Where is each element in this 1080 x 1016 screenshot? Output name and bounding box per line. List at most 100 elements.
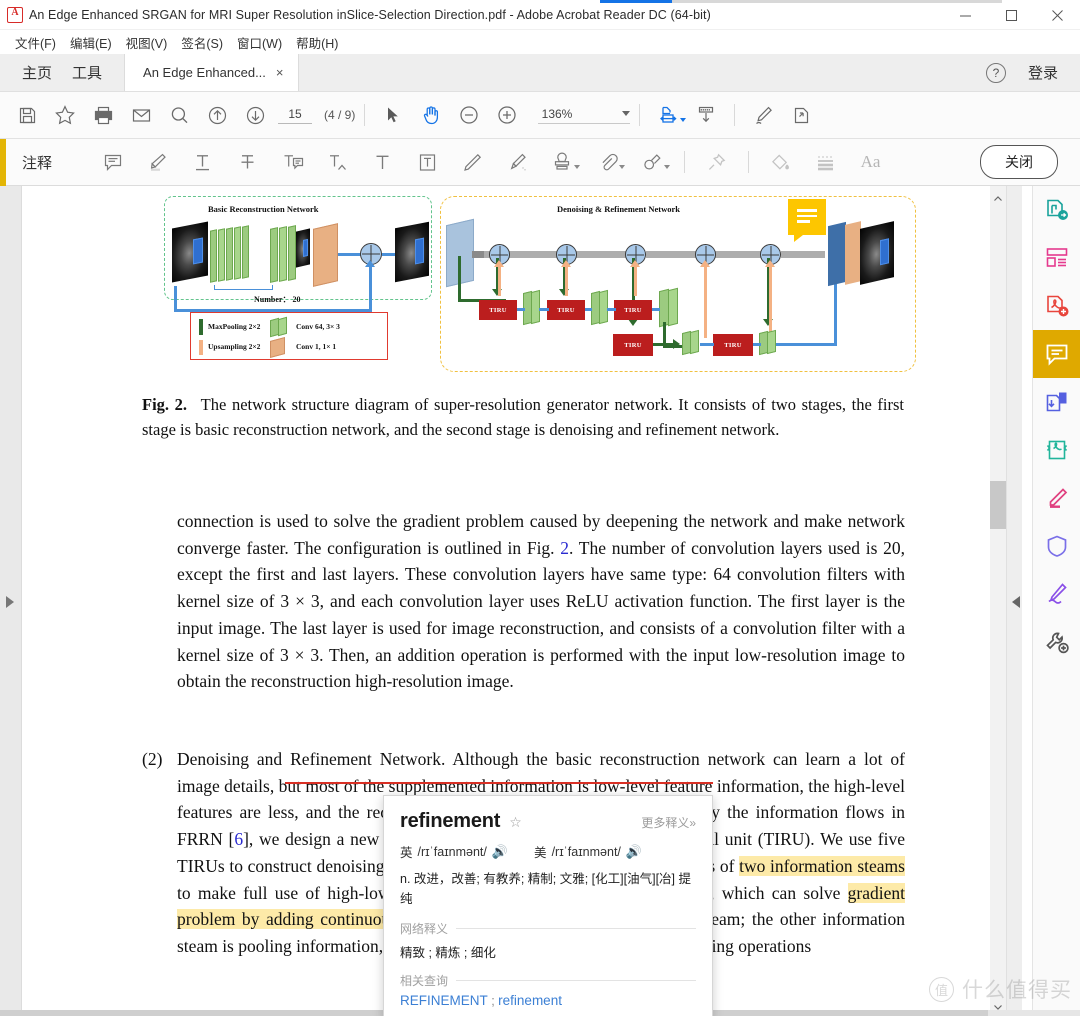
speaker-icon[interactable]: 🔊 — [626, 845, 642, 858]
add-text-icon[interactable] — [360, 142, 405, 182]
arrow-down-circle-icon[interactable] — [236, 96, 274, 134]
window-title: An Edge Enhanced SRGAN for MRI Super Res… — [29, 8, 711, 22]
scroll-up-icon[interactable] — [993, 192, 1003, 202]
zoom-level-control[interactable]: 136% — [538, 107, 630, 124]
tab-tools[interactable]: 工具 — [72, 62, 102, 83]
red-underline-annotation[interactable] — [285, 782, 713, 784]
related-link-uppercase[interactable]: REFINEMENT — [400, 993, 488, 1008]
menu-file[interactable]: 文件(F) — [8, 31, 63, 54]
dictionary-phonetics: 英 /rɪˈfaɪnmənt/ 🔊 美 /rɪˈfaɪnmənt/ 🔊 — [400, 842, 696, 861]
figure-legend-box: MaxPooling 2×2 Upsampling 2×2 Conv 64, 3… — [190, 312, 388, 360]
fill-and-sign-icon[interactable] — [744, 96, 782, 134]
drawing-tools-icon[interactable] — [630, 142, 675, 182]
share-document-icon[interactable] — [782, 96, 820, 134]
web-section-body: 精致 ; 精炼 ; 细化 — [400, 942, 696, 961]
figure-number-label: Number： 20 — [254, 294, 300, 305]
cursor-arrow-icon[interactable] — [374, 96, 412, 134]
save-icon[interactable] — [8, 96, 46, 134]
menu-sign[interactable]: 签名(S) — [174, 31, 230, 54]
figure-final-mri-image — [860, 221, 894, 285]
left-navigation-pane[interactable] — [0, 186, 22, 1016]
more-tools-icon[interactable] — [1033, 618, 1080, 666]
fill-color-icon[interactable] — [758, 142, 803, 182]
more-definitions-link[interactable]: 更多释义» — [641, 814, 696, 831]
strikethrough-text-icon[interactable] — [225, 142, 270, 182]
scroll-mode-icon[interactable] — [687, 96, 725, 134]
pin-icon[interactable] — [694, 142, 739, 182]
figure-reference-link[interactable]: 2 — [560, 538, 569, 558]
comment-icon[interactable] — [1033, 330, 1080, 378]
edit-pdf-icon[interactable] — [1033, 474, 1080, 522]
collapse-right-pane-icon[interactable] — [1012, 596, 1020, 608]
menu-edit[interactable]: 编辑(E) — [63, 31, 119, 54]
minimize-icon[interactable] — [942, 0, 988, 30]
line-style-icon[interactable] — [803, 142, 848, 182]
figure-caption-text: The network structure diagram of super-r… — [142, 395, 904, 439]
menu-bar: 文件(F) 编辑(E) 视图(V) 签名(S) 窗口(W) 帮助(H) — [0, 30, 1080, 54]
create-pdf-icon[interactable] — [1033, 186, 1080, 234]
eraser-icon[interactable] — [495, 142, 540, 182]
tab-strip-right: ? 登录 — [986, 54, 1080, 91]
attach-file-icon[interactable] — [585, 142, 630, 182]
page-number-input[interactable]: 15 — [278, 107, 312, 124]
speaker-icon[interactable]: 🔊 — [492, 845, 508, 858]
combine-files-icon[interactable] — [1033, 282, 1080, 330]
star-outline-icon[interactable]: ☆ — [509, 814, 522, 831]
fit-page-width-icon[interactable] — [649, 96, 687, 134]
organize-pages-icon[interactable] — [1033, 234, 1080, 282]
citation-link-6[interactable]: 6 — [234, 829, 243, 849]
zoom-out-icon[interactable] — [450, 96, 488, 134]
us-label: 美 — [534, 842, 547, 861]
close-icon[interactable] — [1034, 0, 1080, 30]
chevron-down-icon[interactable] — [622, 111, 630, 116]
email-icon[interactable] — [122, 96, 160, 134]
annotation-accent-bar — [0, 139, 6, 186]
highlight-text-icon[interactable] — [135, 142, 180, 182]
scrollbar-thumb[interactable] — [990, 481, 1006, 529]
expand-left-pane-icon[interactable] — [6, 596, 14, 608]
compress-pdf-icon[interactable] — [1033, 426, 1080, 474]
tab-document[interactable]: An Edge Enhanced... × — [125, 54, 298, 91]
replace-text-icon[interactable] — [270, 142, 315, 182]
close-annotation-button[interactable]: 关闭 — [980, 145, 1058, 179]
right-collapse-pane[interactable] — [1006, 186, 1022, 1016]
search-icon[interactable] — [160, 96, 198, 134]
signin-button[interactable]: 登录 — [1028, 62, 1058, 83]
draw-free-icon[interactable] — [450, 142, 495, 182]
protect-icon[interactable] — [1033, 522, 1080, 570]
menu-window[interactable]: 窗口(W) — [230, 31, 289, 54]
question-mark-icon[interactable]: ? — [986, 63, 1006, 83]
scroll-down-icon[interactable] — [993, 1000, 1003, 1010]
star-icon[interactable] — [46, 96, 84, 134]
tab-close-icon[interactable]: × — [276, 65, 284, 80]
zoom-in-icon[interactable] — [488, 96, 526, 134]
comment-note-icon[interactable] — [788, 199, 826, 235]
print-icon[interactable] — [84, 96, 122, 134]
underline-text-icon[interactable] — [180, 142, 225, 182]
stamp-dropdown-caret[interactable] — [574, 165, 580, 169]
menu-view[interactable]: 视图(V) — [119, 31, 175, 54]
attach-dropdown-caret[interactable] — [619, 165, 625, 169]
sticky-note-icon[interactable] — [90, 142, 135, 182]
related-link-lowercase[interactable]: refinement — [498, 993, 562, 1008]
stamp-icon[interactable] — [540, 142, 585, 182]
maximize-icon[interactable] — [988, 0, 1034, 30]
font-size-icon[interactable]: Aa — [848, 142, 893, 182]
hand-tool-icon[interactable] — [412, 96, 450, 134]
shapes-dropdown-caret[interactable] — [664, 165, 670, 169]
menu-help[interactable]: 帮助(H) — [289, 31, 345, 54]
title-bar: An Edge Enhanced SRGAN for MRI Super Res… — [0, 0, 1080, 30]
dictionary-popup[interactable]: refinement ☆ 更多释义» 英 /rɪˈfaɪnmənt/ 🔊 美 /… — [383, 795, 713, 1016]
text-box-icon[interactable] — [405, 142, 450, 182]
vertical-scrollbar[interactable] — [990, 186, 1006, 1016]
insert-text-icon[interactable] — [315, 142, 360, 182]
dictionary-related-section: 相关查询 REFINEMENT ; refinement — [400, 972, 696, 1008]
fill-sign-icon[interactable] — [1033, 570, 1080, 618]
related-links: REFINEMENT ; refinement — [400, 993, 696, 1008]
tab-home[interactable]: 主页 — [22, 62, 52, 83]
pdf-page[interactable]: Basic Reconstruction Network Denoising &… — [22, 186, 990, 1016]
arrow-up-circle-icon[interactable] — [198, 96, 236, 134]
export-pdf-icon[interactable] — [1033, 378, 1080, 426]
related-section-title: 相关查询 — [400, 972, 456, 989]
highlight-two-information-steams[interactable]: two information steams — [739, 856, 905, 876]
